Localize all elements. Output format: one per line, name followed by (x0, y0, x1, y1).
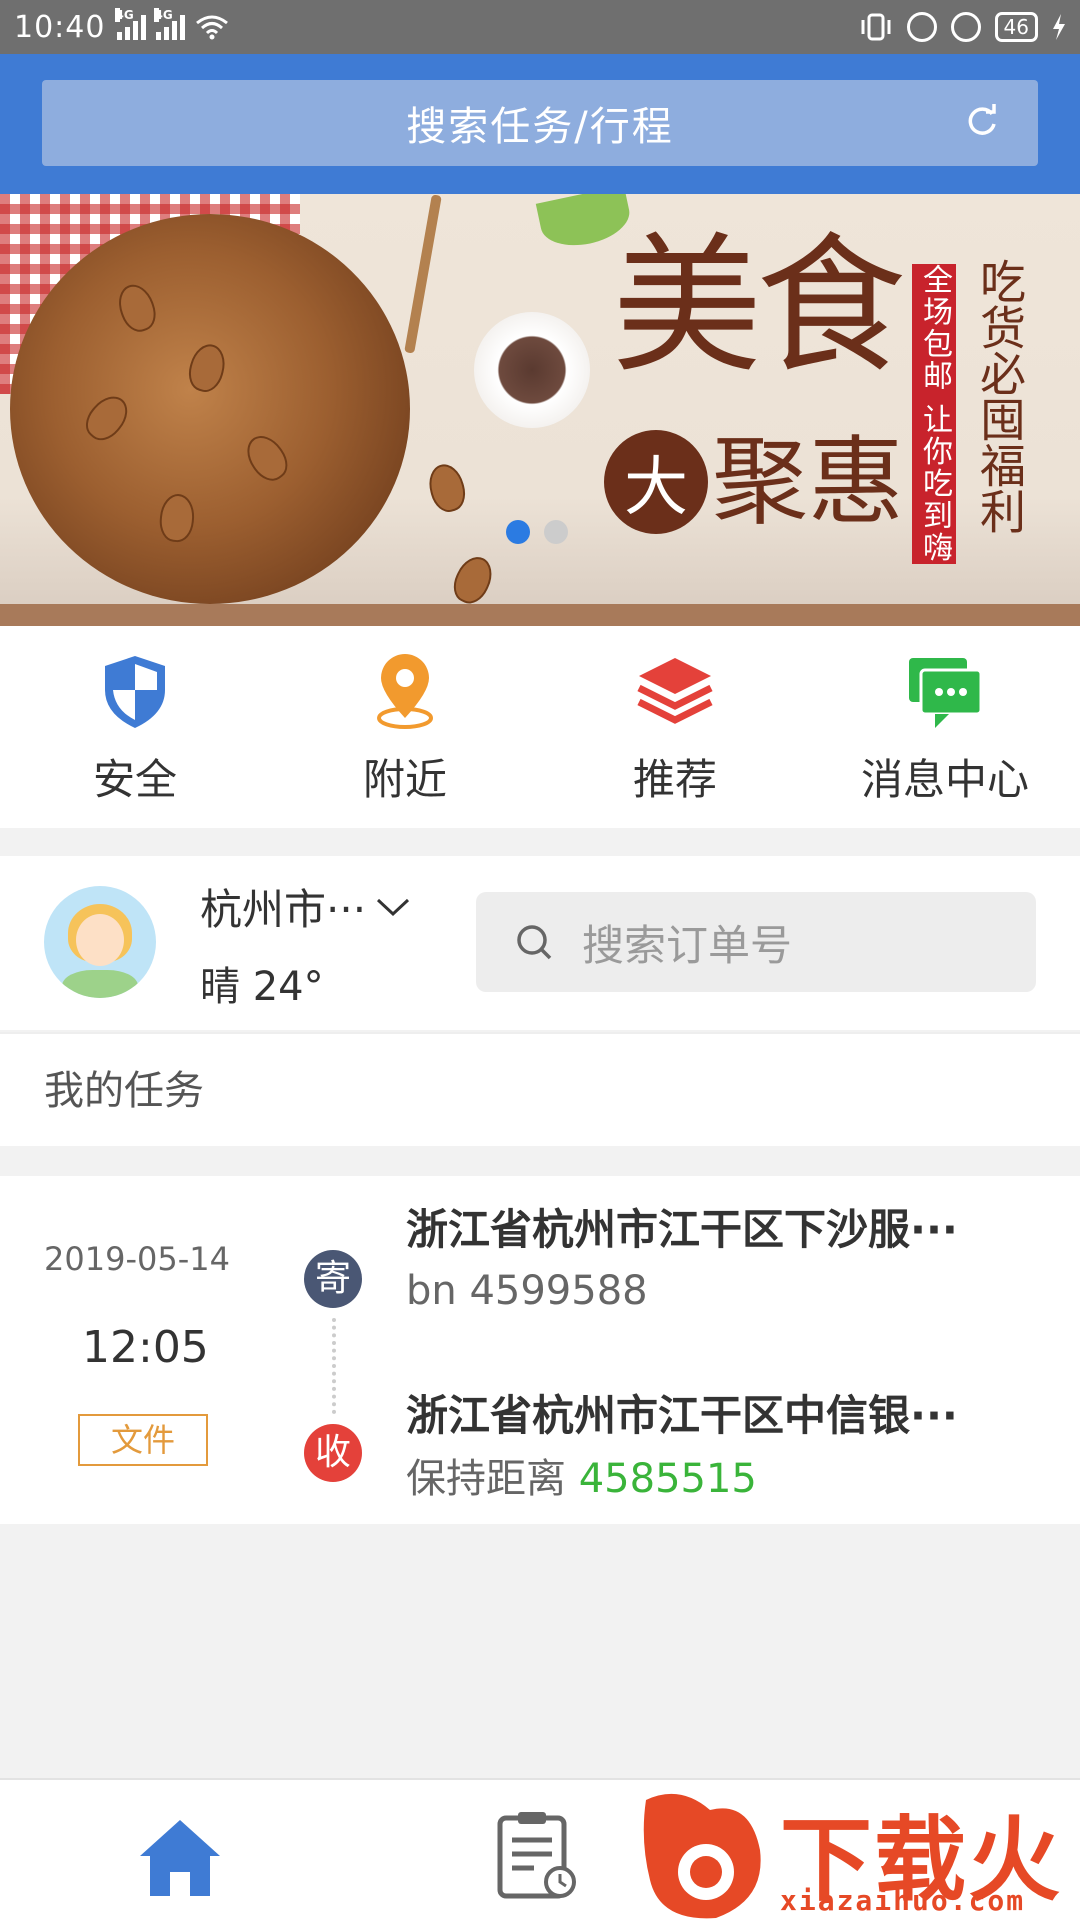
receive-badge: 收 (304, 1424, 362, 1482)
banner-tagline-red: 全场包邮 让你吃到嗨 (912, 264, 956, 564)
app-header: 搜索任务/行程 (0, 54, 1080, 194)
city-selector[interactable]: 杭州市··· (200, 876, 410, 937)
status-right: 46 (859, 12, 1066, 42)
banner-edge (0, 604, 1080, 626)
quick-action-label: 附近 (362, 755, 447, 804)
charging-icon (1053, 14, 1065, 40)
pine-nuts-bowl-image (10, 214, 410, 604)
watermark-url: xiazaihuo.com (780, 1884, 1026, 1917)
quick-action-messages[interactable]: 消息中心 (810, 626, 1080, 828)
order-search-input[interactable]: 搜索订单号 (476, 892, 1036, 992)
signal-icon: 4G (115, 8, 147, 40)
vibrate-icon (861, 13, 891, 41)
quick-action-label: 安全 (92, 755, 177, 804)
location-pin-icon (377, 654, 433, 729)
task-list-icon[interactable] (494, 1810, 580, 1900)
chevron-down-icon (377, 898, 410, 916)
weather-info: 晴 24° (200, 964, 324, 1010)
task-date: 2019-05-14 (44, 1240, 230, 1278)
task-time: 12:05 (82, 1322, 209, 1373)
banner-headline-2: 聚惠 (712, 426, 904, 538)
sender-address: 浙江省杭州市江干区下沙服··· (406, 1205, 958, 1254)
chat-icon (909, 658, 983, 728)
receiver-contact: 保持距离 4585515 (406, 1446, 757, 1504)
quick-action-security[interactable]: 安全 (0, 626, 270, 828)
receiver-name: 保持距离 (406, 1456, 566, 1502)
my-tasks-title: 我的任务 (0, 1032, 1080, 1146)
receiver-address: 浙江省杭州市江干区中信银··· (406, 1391, 958, 1440)
lock-rotation-icon (906, 12, 937, 42)
quick-action-label: 消息中心 (860, 755, 1029, 804)
status-bar: 10:40 4G 4G 46 (0, 0, 1080, 54)
send-badge: 寄 (304, 1250, 362, 1308)
status-time: 10:40 (14, 9, 106, 45)
quick-actions: 安全 附近 推荐 消息中心 (0, 626, 1080, 828)
shield-icon (105, 656, 165, 728)
banner-headline: 美食 (612, 220, 906, 394)
route-connector (332, 1318, 336, 1414)
signal-group: 4G 4G (115, 8, 229, 40)
carousel-indicator (506, 520, 568, 544)
bottom-nav: 下载火 xiazaihuo.com (0, 1778, 1080, 1920)
carousel-dot[interactable] (544, 520, 568, 544)
sender-contact: bn 4599588 (406, 1268, 648, 1314)
banner-tagline: 吃货必囤福利 (973, 258, 1027, 534)
avatar[interactable] (44, 886, 156, 998)
signal-icon: 4G (154, 8, 186, 40)
home-icon[interactable] (138, 1816, 222, 1900)
battery-icon: 46 (994, 12, 1038, 42)
order-search-placeholder: 搜索订单号 (582, 920, 793, 970)
task-card[interactable]: 2019-05-14 12:05 文件 寄 收 浙江省杭州市江干区下沙服··· … (0, 1176, 1080, 1524)
search-icon (517, 925, 552, 960)
carousel-dot-active[interactable] (506, 520, 530, 544)
quick-action-label: 推荐 (632, 755, 717, 804)
fork-graphic (404, 194, 442, 354)
task-type-tag: 文件 (78, 1414, 208, 1466)
nut-graphic (424, 460, 470, 516)
alarm-icon (950, 12, 981, 42)
nut-graphic (447, 551, 499, 609)
task-search-bar[interactable]: 搜索任务/行程 (42, 80, 1038, 166)
cake-plate-graphic (474, 312, 590, 428)
layers-icon (637, 658, 713, 724)
city-name: 杭州市··· (200, 885, 367, 934)
promo-banner[interactable]: 美食 大 聚惠 全场包邮 让你吃到嗨 吃货必囤福利 (0, 194, 1080, 626)
banner-headline-circle: 大 (604, 430, 708, 534)
wifi-icon (196, 15, 229, 40)
location-row: 杭州市··· 晴 24° 搜索订单号 (0, 856, 1080, 1030)
task-search-placeholder: 搜索任务/行程 (406, 104, 674, 150)
quick-action-recommend[interactable]: 推荐 (540, 626, 810, 828)
quick-action-nearby[interactable]: 附近 (270, 626, 540, 828)
receiver-phone[interactable]: 4585515 (579, 1456, 757, 1502)
refresh-icon[interactable] (964, 104, 1000, 140)
